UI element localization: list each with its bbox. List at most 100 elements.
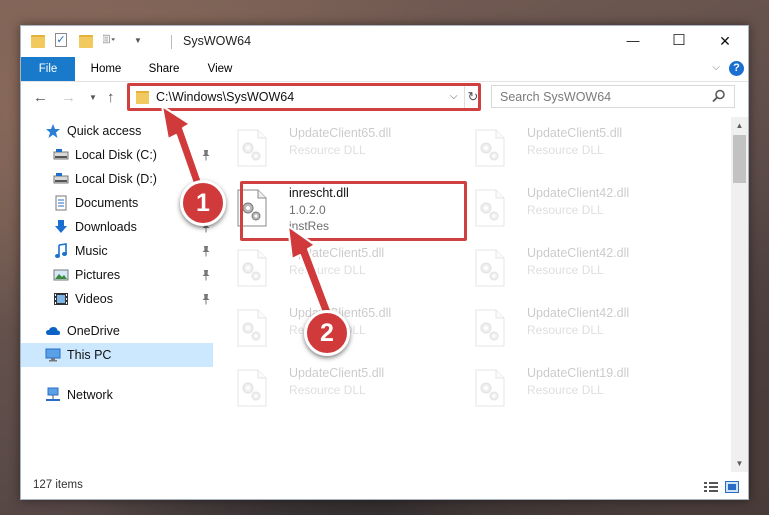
scroll-down-arrow-icon[interactable]: ▼ [731, 455, 748, 472]
minimize-button[interactable]: — [610, 26, 656, 56]
pin-icon[interactable] [201, 245, 211, 257]
dll-file-icon [237, 309, 267, 347]
sidebar-item-music[interactable]: Music [21, 239, 213, 263]
sidebar-item-label: Documents [75, 196, 139, 210]
step-1-badge: 1 [180, 180, 226, 226]
maximize-button[interactable]: ☐ [656, 26, 702, 56]
file-name: UpdateClient5.dll [527, 126, 623, 140]
title-bar: ✓ ▼ SysWOW64 — ☐ ✕ [21, 26, 748, 57]
sidebar-item-label: Local Disk (C:) [75, 148, 157, 162]
sidebar-item-network[interactable]: Network [21, 383, 213, 407]
back-button[interactable]: ← [33, 89, 48, 106]
status-bar: 127 items [21, 473, 748, 499]
scroll-thumb[interactable] [733, 135, 746, 183]
dll-file-icon [475, 129, 505, 167]
file-name: UpdateClient19.dll [527, 366, 630, 380]
pin-icon[interactable] [201, 269, 211, 281]
sidebar-item-videos[interactable]: Videos [21, 287, 213, 311]
address-bar[interactable]: C:\Windows\SysWOW64 ⌵ ↻ [129, 85, 479, 109]
details-view-icon[interactable] [704, 481, 718, 493]
file-item[interactable]: UpdateClient42.dll Resource DLL [459, 243, 691, 295]
dll-file-icon [237, 129, 267, 167]
folder-icon [31, 35, 45, 48]
customize-toolbar-button[interactable] [102, 33, 117, 49]
file-name: UpdateClient42.dll [527, 306, 630, 320]
pictures-icon [53, 267, 69, 283]
new-folder-quick-button[interactable] [79, 35, 93, 48]
sidebar-item-local-disk-c[interactable]: Local Disk (C:) [21, 143, 213, 167]
sidebar-item-label: Music [75, 244, 108, 258]
file-item[interactable]: UpdateClient19.dll Resource DLL [459, 363, 691, 415]
tab-file[interactable]: File [21, 57, 75, 81]
file-item[interactable]: UpdateClient5.dll Resource DLL [459, 123, 691, 175]
sidebar-item-pictures[interactable]: Pictures [21, 263, 213, 287]
dll-file-icon [237, 369, 267, 407]
file-list: UpdateClient65.dll Resource DLL UpdateClie… [221, 117, 731, 472]
chevron-down-icon[interactable]: ▼ [134, 36, 142, 52]
file-detail: Resource DLL [289, 383, 366, 397]
up-button[interactable]: ↑ [107, 89, 115, 106]
file-detail: Resource DLL [527, 143, 604, 157]
scroll-up-arrow-icon[interactable]: ▲ [731, 117, 748, 134]
download-icon [53, 219, 69, 235]
sidebar-item-local-disk-d[interactable]: Local Disk (D:) [21, 167, 213, 191]
dll-file-icon [237, 189, 267, 227]
tab-view[interactable]: View [195, 57, 245, 81]
sidebar-item-label: Downloads [75, 220, 137, 234]
videos-icon [53, 291, 69, 307]
expand-ribbon-chevron-icon[interactable]: ⌵ [712, 62, 720, 73]
file-item[interactable]: UpdateClient42.dll Resource DLL [459, 303, 691, 355]
sidebar-item-label: This PC [67, 348, 112, 362]
recent-locations-chevron-icon[interactable]: ▼ [89, 93, 97, 102]
file-name: UpdateClient65.dll [289, 126, 392, 140]
address-row: ← → ▼ ↑ C:\Windows\SysWOW64 ⌵ ↻ Search S… [21, 82, 748, 114]
dll-file-icon [475, 309, 505, 347]
search-box[interactable]: Search SysWOW64 [491, 85, 735, 108]
star-icon [45, 123, 61, 139]
sidebar-item-label: Local Disk (D:) [75, 172, 157, 186]
search-icon[interactable] [712, 89, 726, 103]
file-detail: Resource DLL [527, 203, 604, 217]
drive-icon [53, 147, 69, 163]
tab-share[interactable]: Share [135, 57, 193, 81]
file-item[interactable]: UpdateClient42.dll Resource DLL [459, 183, 691, 235]
window-title: SysWOW64 [183, 34, 252, 48]
file-item[interactable]: UpdateClient5.dll Resource DLL [221, 363, 453, 415]
tab-home[interactable]: Home [79, 57, 133, 81]
forward-button[interactable]: → [61, 89, 76, 106]
properties-quick-button[interactable]: ✓ [55, 33, 67, 49]
large-icons-view-icon[interactable] [725, 481, 739, 493]
file-detail: Resource DLL [527, 323, 604, 337]
cloud-icon [45, 323, 61, 339]
pin-icon[interactable] [201, 293, 211, 305]
pin-icon[interactable] [201, 149, 211, 161]
address-path[interactable]: C:\Windows\SysWOW64 [156, 90, 294, 104]
sidebar-item-onedrive[interactable]: OneDrive [21, 319, 213, 343]
help-button[interactable]: ? [729, 61, 744, 76]
address-dropdown-chevron-icon[interactable]: ⌵ [450, 91, 458, 102]
file-detail: Resource DLL [527, 383, 604, 397]
dll-file-icon [475, 189, 505, 227]
vertical-scrollbar[interactable]: ▲ ▼ [731, 117, 748, 472]
music-icon [53, 243, 69, 259]
sidebar-item-downloads[interactable]: Downloads [21, 215, 213, 239]
sidebar-item-quick-access[interactable]: Quick access [21, 119, 213, 143]
sidebar-item-label: Pictures [75, 268, 121, 282]
file-detail: Resource DLL [527, 263, 604, 277]
file-explorer-window: ✓ ▼ SysWOW64 — ☐ ✕ File Home Share View … [20, 25, 749, 500]
sidebar-item-label: Quick access [67, 124, 142, 138]
file-detail: 1.0.2.0 [289, 203, 326, 217]
sidebar-item-label: Videos [75, 292, 113, 306]
network-icon [45, 387, 61, 403]
close-button[interactable]: ✕ [702, 26, 748, 56]
refresh-button[interactable]: ↻ [464, 86, 481, 108]
dll-file-icon [475, 369, 505, 407]
search-placeholder: Search SysWOW64 [500, 90, 612, 104]
step-2-badge: 2 [304, 310, 350, 356]
drive-icon [53, 171, 69, 187]
file-name: UpdateClient5.dll [289, 366, 385, 380]
file-item[interactable]: UpdateClient5.dll Resource DLL [221, 243, 453, 295]
file-item[interactable]: UpdateClient65.dll Resource DLL [221, 123, 453, 175]
sidebar-item-this-pc[interactable]: This PC [21, 343, 213, 367]
file-item[interactable]: inrescht.dll 1.0.2.0 instRes [221, 183, 453, 235]
